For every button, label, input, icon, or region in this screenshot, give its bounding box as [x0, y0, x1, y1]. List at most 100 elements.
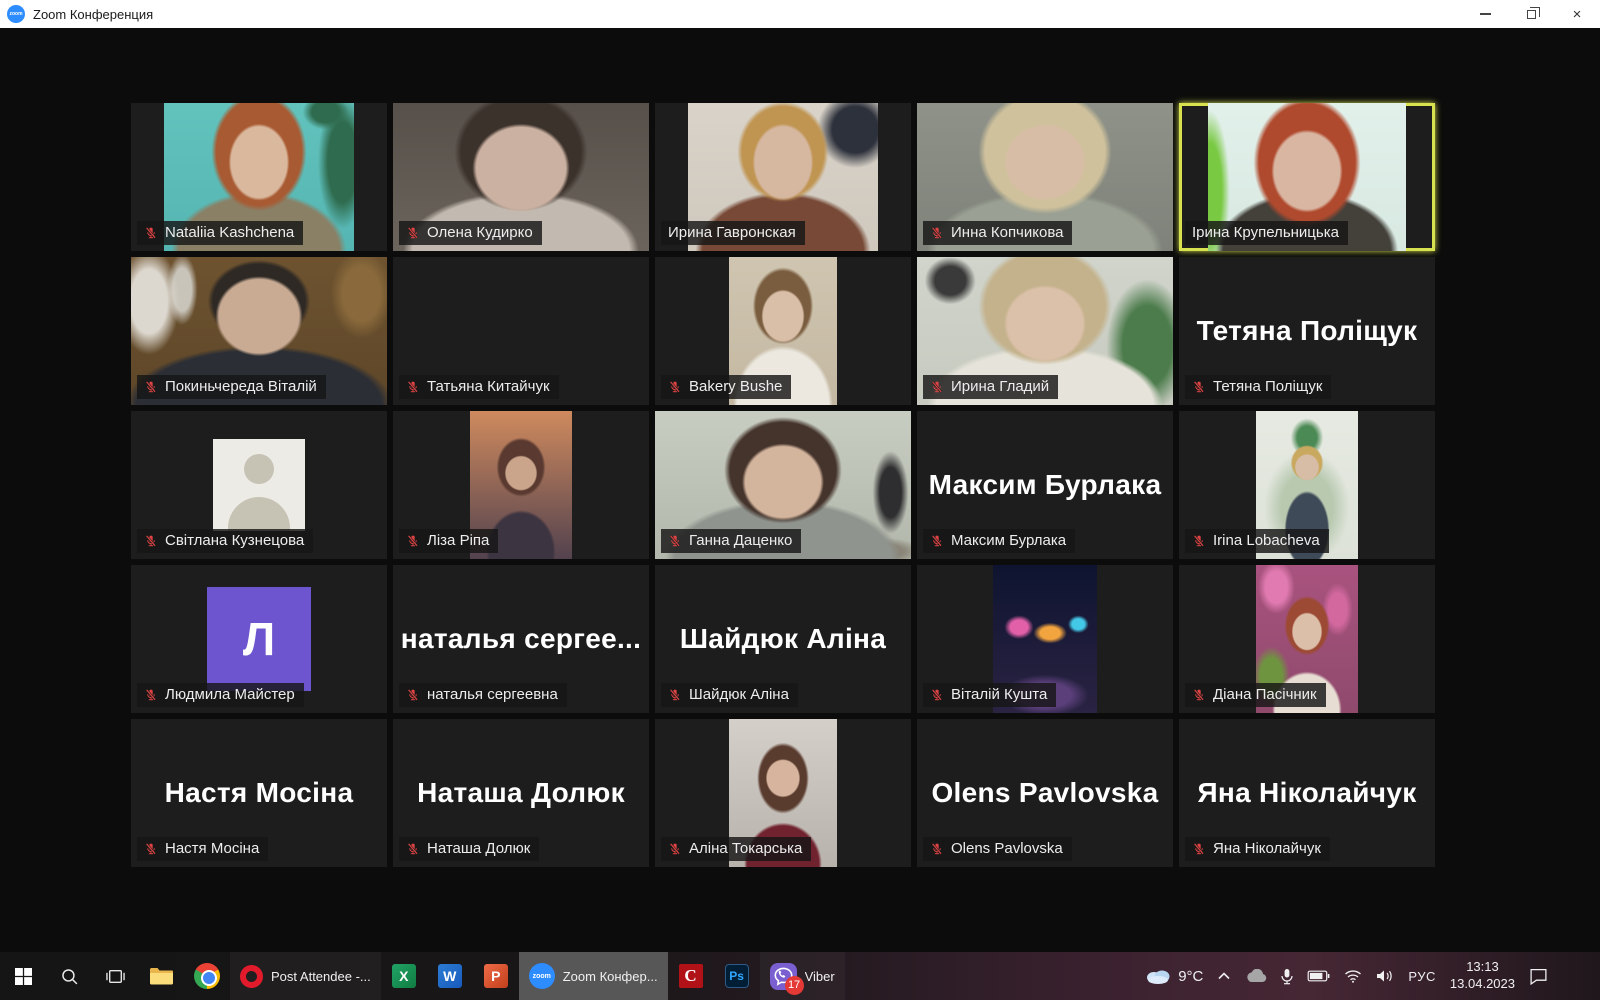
participant-name-badge: Татьяна Китайчук	[399, 375, 559, 399]
participant-tile[interactable]: Л Людмила Майстер	[131, 565, 387, 713]
muted-mic-icon	[406, 688, 420, 702]
search-taskbar-button[interactable]	[46, 952, 92, 1000]
participant-tile[interactable]: Наташа Долюк Наташа Долюк	[393, 719, 649, 867]
windows-taskbar: Post Attendee -... XWPzoom Zoom Конфер... C…	[0, 952, 1600, 1000]
muted-mic-icon	[144, 380, 158, 394]
participant-name-badge: Людмила Майстер	[137, 683, 304, 707]
powerpoint-icon: P	[484, 964, 508, 988]
participant-tile[interactable]: Татьяна Китайчук	[393, 257, 649, 405]
onedrive-cloud-icon[interactable]	[1245, 969, 1267, 983]
photoshop-taskbar-button[interactable]: Ps	[714, 952, 760, 1000]
taskview-taskbar-button[interactable]	[92, 952, 138, 1000]
zoom-taskbar-button[interactable]: zoom Zoom Конфер...	[519, 952, 668, 1000]
explorer-taskbar-button[interactable]	[138, 952, 184, 1000]
muted-mic-icon	[930, 842, 944, 856]
participant-big-name: Тетяна Поліщук	[1179, 315, 1435, 347]
chevron-up-icon[interactable]	[1217, 971, 1231, 981]
participant-tile[interactable]: Діана Пасічник	[1179, 565, 1435, 713]
search-icon	[60, 967, 79, 986]
muted-mic-icon	[668, 534, 682, 548]
muted-mic-icon	[406, 842, 420, 856]
excel-taskbar-button[interactable]: X	[381, 952, 427, 1000]
action-center-icon[interactable]	[1529, 968, 1548, 985]
participant-tile[interactable]: Инна Копчикова	[917, 103, 1173, 251]
participant-name: Инна Копчикова	[951, 224, 1063, 241]
c-red-app-icon: C	[679, 964, 703, 988]
close-button[interactable]: ×	[1554, 0, 1600, 28]
participant-name-badge: Bakery Bushe	[661, 375, 791, 399]
participant-big-name: Настя Мосіна	[131, 777, 387, 809]
participant-name-badge: Тетяна Поліщук	[1185, 375, 1331, 399]
participant-tile[interactable]: Bakery Bushe	[655, 257, 911, 405]
volume-icon[interactable]	[1376, 969, 1394, 983]
participant-name: Irina Lobacheva	[1213, 532, 1320, 549]
participant-tile[interactable]: Шайдюк Аліна Шайдюк Аліна	[655, 565, 911, 713]
powerpoint-taskbar-button[interactable]: P	[473, 952, 519, 1000]
muted-mic-icon	[1192, 380, 1206, 394]
clock-date: 13.04.2023	[1450, 976, 1515, 993]
participant-name: Покиньчереда Віталій	[165, 378, 317, 395]
window-controls: ×	[1462, 0, 1600, 28]
word-taskbar-button[interactable]: W	[427, 952, 473, 1000]
muted-mic-icon	[930, 226, 944, 240]
participant-name: наталья сергеевна	[427, 686, 558, 703]
participant-tile[interactable]: Максим Бурлака Максим Бурлака	[917, 411, 1173, 559]
participant-name-badge: Ганна Даценко	[661, 529, 801, 553]
participant-tile[interactable]: Настя Мосіна Настя Мосіна	[131, 719, 387, 867]
participant-name: Татьяна Китайчук	[427, 378, 550, 395]
weather-tray-item[interactable]: 9°C	[1145, 967, 1203, 985]
muted-mic-icon	[930, 534, 944, 548]
participant-tile[interactable]: Віталій Кушта	[917, 565, 1173, 713]
participant-tile[interactable]: Ірина Крупельницька	[1179, 103, 1435, 251]
restore-button[interactable]	[1508, 0, 1554, 28]
participant-name: Світлана Кузнецова	[165, 532, 304, 549]
microphone-tray-icon[interactable]	[1281, 968, 1293, 985]
participant-tile[interactable]: Ліза Ріпа	[393, 411, 649, 559]
excel-icon: X	[392, 964, 416, 988]
taskbar-apps: Post Attendee -... XWPzoom Zoom Конфер... C…	[0, 952, 845, 1000]
muted-mic-icon	[668, 380, 682, 394]
zoom-taskbar-icon: zoom	[529, 963, 555, 989]
participant-name: Настя Мосіна	[165, 840, 259, 857]
clock[interactable]: 13:13 13.04.2023	[1450, 959, 1515, 993]
opera-taskbar-button[interactable]: Post Attendee -...	[230, 952, 381, 1000]
participant-big-name: Максим Бурлака	[917, 469, 1173, 501]
viber-taskbar-button[interactable]: 17Viber	[760, 952, 845, 1000]
participant-big-name: Яна Ніколайчук	[1179, 777, 1435, 809]
participant-name-badge: Шайдюк Аліна	[661, 683, 798, 707]
viber-notification-badge: 17	[785, 976, 804, 995]
participant-tile[interactable]: Nataliia Kashchena	[131, 103, 387, 251]
participant-tile[interactable]: Тетяна Поліщук Тетяна Поліщук	[1179, 257, 1435, 405]
participant-name: Nataliia Kashchena	[165, 224, 294, 241]
participant-tile[interactable]: Irina Lobacheva	[1179, 411, 1435, 559]
participant-tile[interactable]: Яна Ніколайчук Яна Ніколайчук	[1179, 719, 1435, 867]
participant-name-badge: Ирина Гавронская	[661, 221, 805, 245]
taskbar-app-label: Zoom Конфер...	[563, 969, 658, 984]
participant-tile[interactable]: наталья сергее... наталья сергеевна	[393, 565, 649, 713]
participant-tile[interactable]: Світлана Кузнецова	[131, 411, 387, 559]
participant-tile[interactable]: Олена Кудирко	[393, 103, 649, 251]
participant-name-badge: Irina Lobacheva	[1185, 529, 1329, 553]
participant-tile[interactable]: Olens Pavlovska Olens Pavlovska	[917, 719, 1173, 867]
participant-name: Olens Pavlovska	[951, 840, 1063, 857]
participant-tile[interactable]: Ирина Гладий	[917, 257, 1173, 405]
participant-name-badge: Максим Бурлака	[923, 529, 1075, 553]
participant-name: Віталій Кушта	[951, 686, 1047, 703]
participant-big-name: наталья сергее...	[393, 623, 649, 655]
participant-tile[interactable]: Аліна Токарська	[655, 719, 911, 867]
wifi-icon[interactable]	[1344, 969, 1362, 984]
start-taskbar-button[interactable]	[0, 952, 46, 1000]
participant-big-name: Наташа Долюк	[393, 777, 649, 809]
participant-tile[interactable]: Ганна Даценко	[655, 411, 911, 559]
meeting-stage: Nataliia Kashchena Олена Кудирко Ирина Га…	[0, 28, 1600, 952]
participant-tile[interactable]: Покиньчереда Віталій	[131, 257, 387, 405]
minimize-button[interactable]	[1462, 0, 1508, 28]
battery-icon[interactable]	[1307, 970, 1330, 982]
chrome-taskbar-button[interactable]	[184, 952, 230, 1000]
c-red-taskbar-button[interactable]: C	[668, 952, 714, 1000]
language-indicator[interactable]: РУС	[1408, 969, 1436, 984]
word-icon: W	[438, 964, 462, 988]
participant-tile[interactable]: Ирина Гавронская	[655, 103, 911, 251]
muted-mic-icon	[144, 842, 158, 856]
muted-mic-icon	[144, 226, 158, 240]
